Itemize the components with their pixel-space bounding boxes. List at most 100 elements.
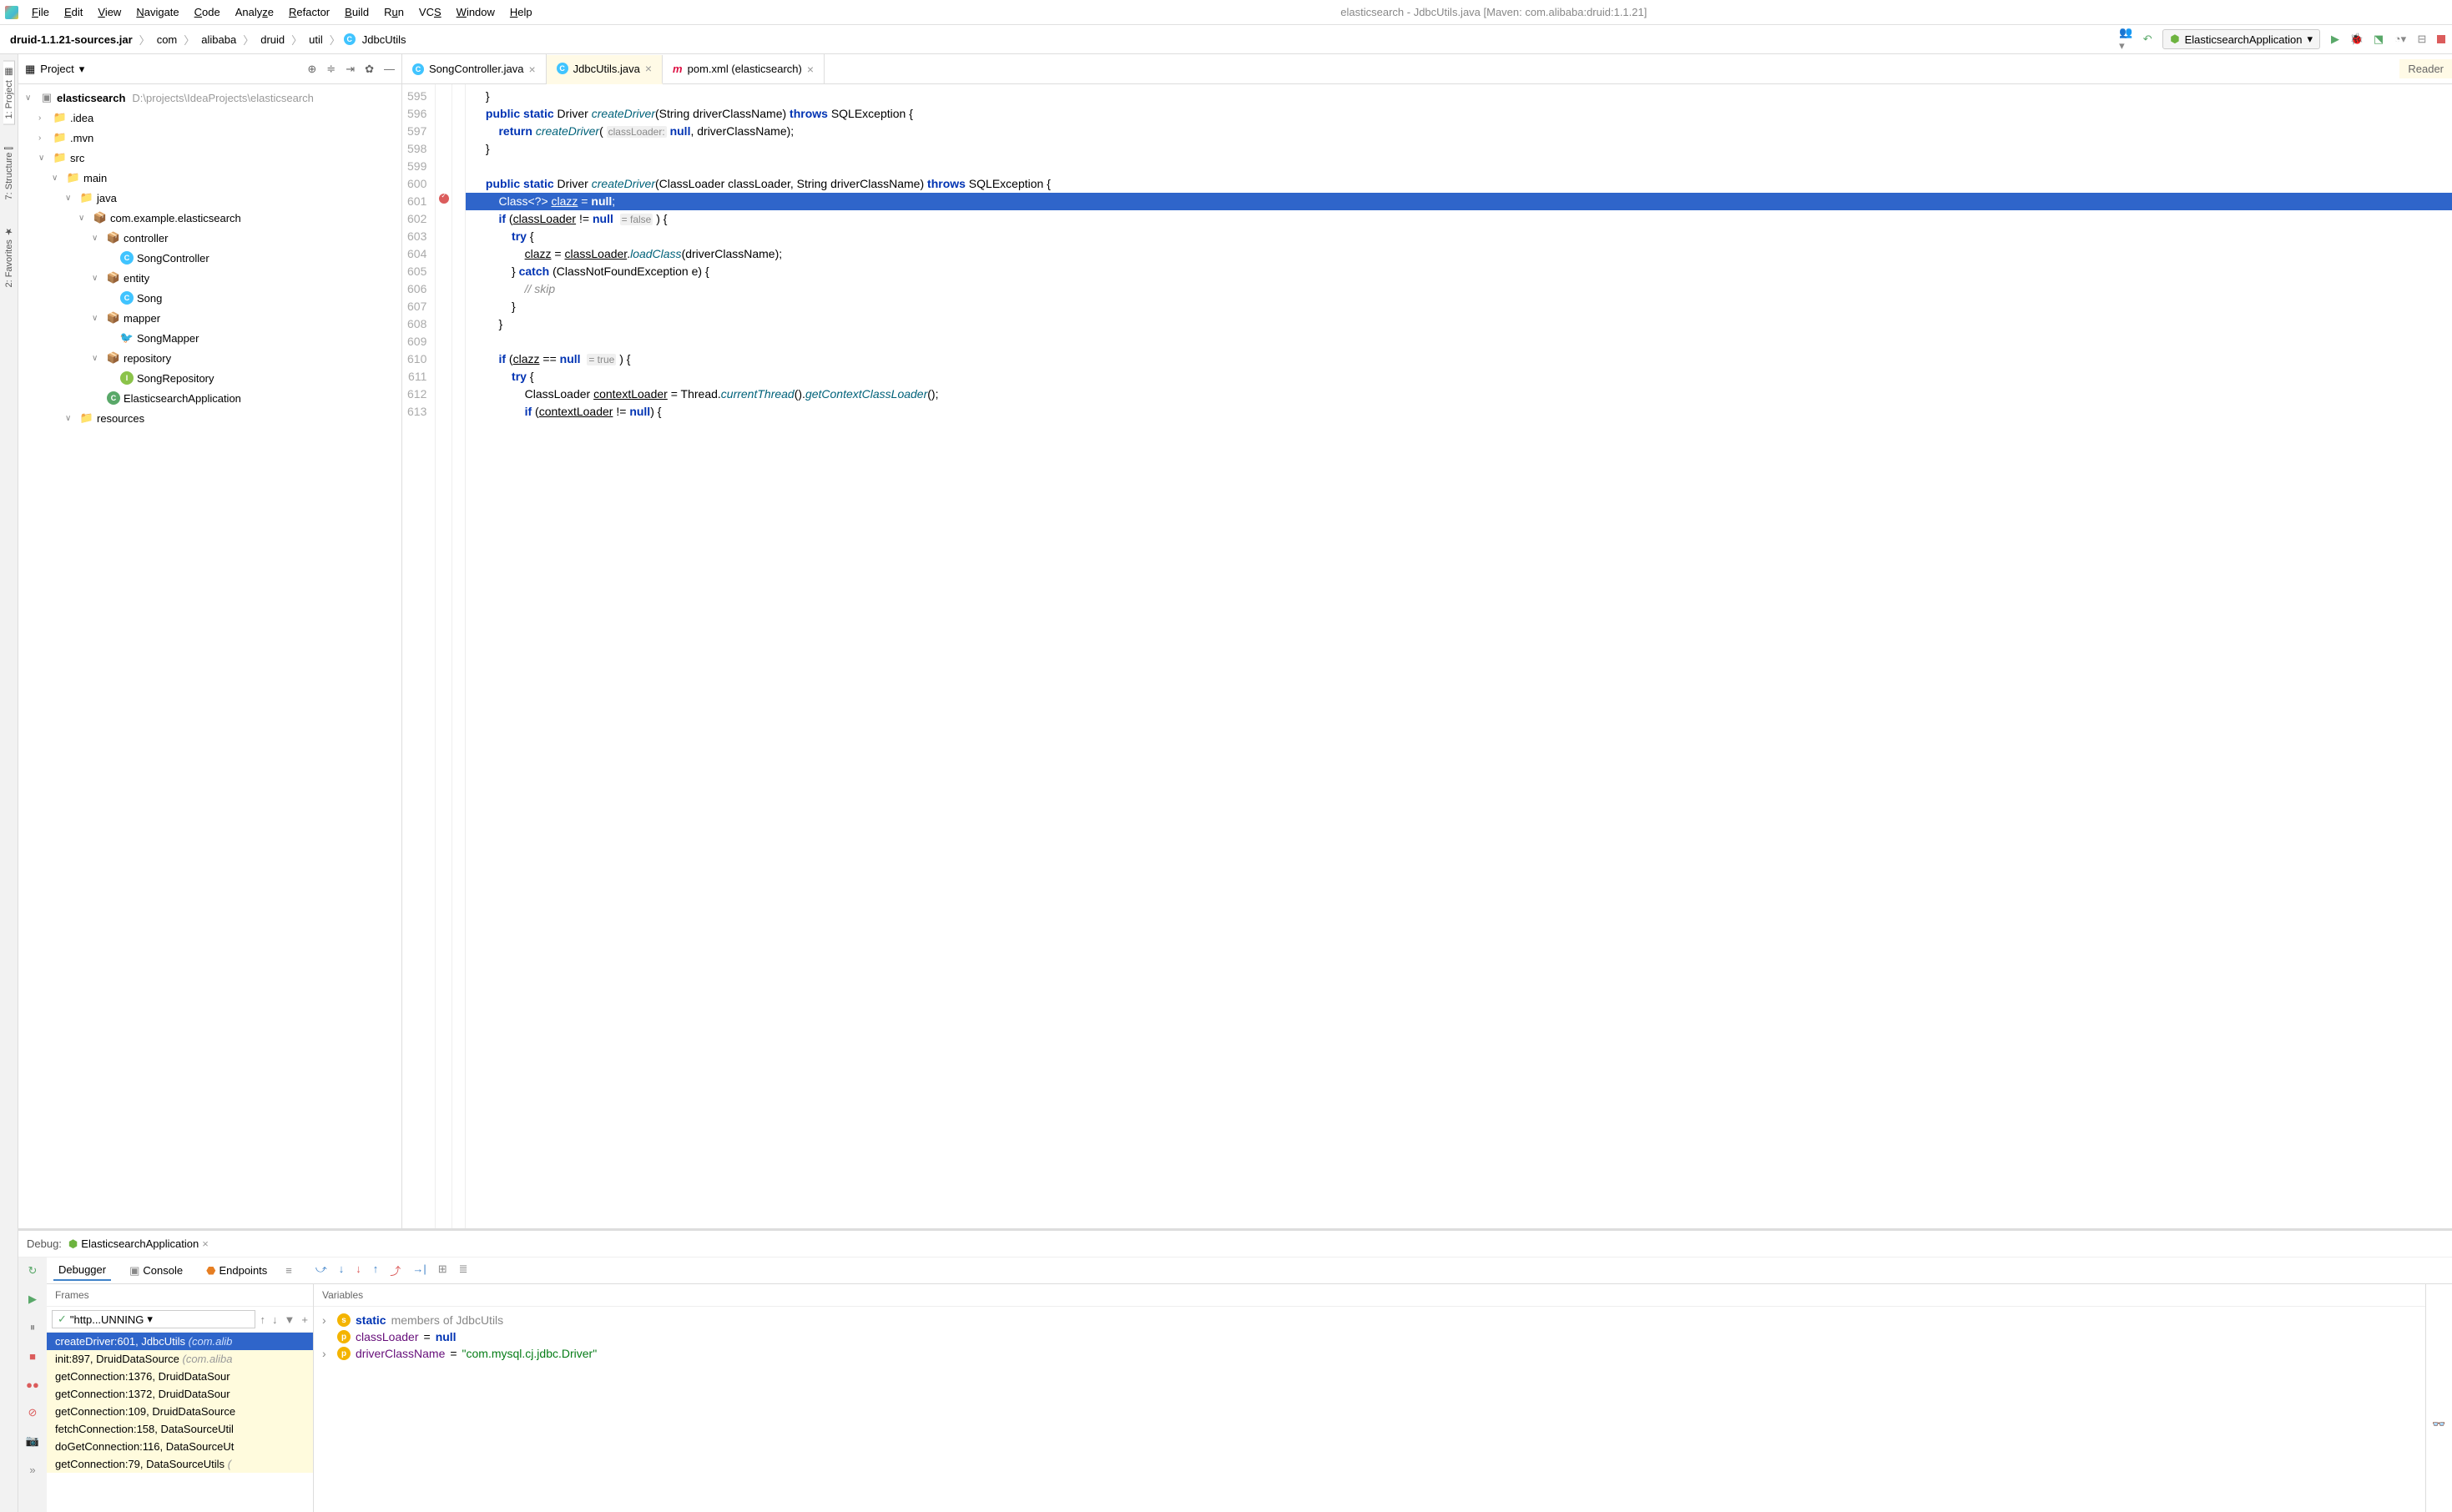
- thread-selector[interactable]: ✓ "http...UNNING ▾: [52, 1310, 255, 1328]
- profile-button[interactable]: ◔▾: [2394, 33, 2407, 46]
- tab-jdbcutils[interactable]: CJdbcUtils.java×: [547, 55, 663, 84]
- menubar: File Edit View Navigate Code Analyze Ref…: [0, 0, 2452, 25]
- step-into-icon[interactable]: ↓: [339, 1263, 345, 1278]
- resume-button[interactable]: ▶: [24, 1291, 41, 1308]
- prev-frame-icon[interactable]: ↑: [260, 1313, 266, 1326]
- variables-panel: Variables ›sstatic members of JdbcUtilsp…: [314, 1284, 2425, 1512]
- expand-icon[interactable]: ≑: [326, 63, 336, 76]
- chevron-down-icon[interactable]: ▾: [79, 63, 85, 76]
- tree-label: repository: [124, 352, 171, 365]
- glasses-icon[interactable]: 👓: [2432, 1418, 2445, 1512]
- menu-refactor[interactable]: Refactor: [282, 4, 336, 20]
- menu-build[interactable]: Build: [338, 4, 376, 20]
- tree-label: ElasticsearchApplication: [124, 392, 241, 405]
- locate-icon[interactable]: ⊕: [307, 63, 316, 76]
- close-icon[interactable]: ×: [528, 63, 535, 76]
- debug-config[interactable]: ⬢ ElasticsearchApplication ×: [68, 1237, 209, 1251]
- frame-row[interactable]: createDriver:601, JdbcUtils (com.alib: [47, 1333, 313, 1350]
- console-tab[interactable]: ▣Console: [124, 1261, 188, 1281]
- crumb[interactable]: druid: [257, 32, 288, 48]
- mapper-icon: 🐦: [120, 331, 134, 345]
- code-editor[interactable]: 5955965975985996006016026036046056066076…: [402, 84, 2452, 1228]
- next-frame-icon[interactable]: ↓: [272, 1313, 278, 1326]
- more-button[interactable]: »: [24, 1461, 41, 1478]
- menu-edit[interactable]: Edit: [58, 4, 89, 20]
- project-tool-button[interactable]: 1: Project ▦: [3, 61, 15, 125]
- crumb[interactable]: druid-1.1.21-sources.jar: [7, 32, 136, 48]
- debug-toolbar: ↻ ▶ ⏸ ■ ●● ⊘ 📷 »: [18, 1257, 47, 1512]
- step-over-icon[interactable]: ⤻: [315, 1263, 327, 1278]
- rerun-button[interactable]: ↻: [24, 1263, 41, 1279]
- close-icon[interactable]: ×: [645, 62, 652, 75]
- menu-vcs[interactable]: VCS: [412, 4, 448, 20]
- crumb[interactable]: util: [305, 32, 326, 48]
- run-config-selector[interactable]: ⬢ ElasticsearchApplication ▾: [2162, 29, 2320, 49]
- run-to-cursor-icon[interactable]: →|: [412, 1263, 426, 1278]
- frame-row[interactable]: init:897, DruidDataSource (com.aliba: [47, 1350, 313, 1368]
- threads-icon[interactable]: ≡: [285, 1264, 292, 1277]
- crumb[interactable]: JdbcUtils: [359, 32, 410, 48]
- breakpoints-button[interactable]: ●●: [24, 1376, 41, 1393]
- user-icon[interactable]: 👥▾: [2119, 33, 2132, 46]
- run-button[interactable]: ▶: [2328, 33, 2342, 46]
- coverage-button[interactable]: ⬔: [2372, 33, 2385, 46]
- crumb[interactable]: com: [154, 32, 181, 48]
- frame-list[interactable]: createDriver:601, JdbcUtils (com.alibini…: [47, 1333, 313, 1512]
- menu-help[interactable]: Help: [503, 4, 539, 20]
- breakpoint-icon[interactable]: [439, 194, 449, 204]
- camera-button[interactable]: 📷: [24, 1433, 41, 1449]
- reader-mode-badge[interactable]: Reader: [2399, 59, 2452, 78]
- frame-row[interactable]: getConnection:109, DruidDataSource: [47, 1403, 313, 1420]
- crumb[interactable]: alibaba: [198, 32, 240, 48]
- pause-button[interactable]: ⏸: [24, 1319, 41, 1336]
- step-out-icon[interactable]: ↑: [373, 1263, 379, 1278]
- frame-row[interactable]: getConnection:1372, DruidDataSour: [47, 1385, 313, 1403]
- debug-button[interactable]: 🐞: [2350, 33, 2364, 46]
- hide-icon[interactable]: —: [384, 63, 395, 76]
- menu-view[interactable]: View: [91, 4, 128, 20]
- debugger-tab[interactable]: Debugger: [53, 1260, 111, 1281]
- collapse-icon[interactable]: ⇥: [346, 63, 355, 76]
- add-icon[interactable]: +: [301, 1313, 308, 1326]
- frame-row[interactable]: fetchConnection:158, DataSourceUtil: [47, 1420, 313, 1438]
- menu-file[interactable]: File: [25, 4, 56, 20]
- favorites-tool-button[interactable]: 2: Favorites ★: [3, 221, 14, 293]
- fold-column[interactable]: [452, 84, 466, 1228]
- frame-row[interactable]: doGetConnection:116, DataSourceUt: [47, 1438, 313, 1455]
- tab-pom[interactable]: mpom.xml (elasticsearch)×: [663, 54, 825, 83]
- drop-frame-icon[interactable]: ⤴: [390, 1263, 401, 1278]
- class-icon: C: [557, 63, 568, 74]
- project-tree[interactable]: ∨▣elasticsearchD:\projects\IdeaProjects\…: [18, 84, 401, 1228]
- menu-analyze[interactable]: Analyze: [229, 4, 280, 20]
- back-icon[interactable]: ↶: [2141, 33, 2154, 46]
- tree-label: Song: [137, 292, 162, 305]
- var-row[interactable]: ›sstatic members of JdbcUtils: [322, 1312, 2417, 1328]
- var-row[interactable]: ›pdriverClassName = "com.mysql.cj.jdbc.D…: [322, 1345, 2417, 1362]
- var-row[interactable]: pclassLoader = null: [322, 1328, 2417, 1345]
- tab-songcontroller[interactable]: CSongController.java×: [402, 54, 547, 83]
- frame-row[interactable]: getConnection:1376, DruidDataSour: [47, 1368, 313, 1385]
- frame-row[interactable]: getConnection:79, DataSourceUtils (: [47, 1455, 313, 1473]
- structure-tool-button[interactable]: 7: Structure ⫿: [4, 142, 14, 204]
- menu-window[interactable]: Window: [450, 4, 502, 20]
- maven-icon: m: [673, 63, 683, 75]
- trace-icon[interactable]: ≣: [459, 1263, 468, 1278]
- evaluate-icon[interactable]: ⊞: [438, 1263, 447, 1278]
- filter-icon[interactable]: ▼: [285, 1313, 295, 1326]
- gear-icon[interactable]: ✿: [365, 63, 374, 76]
- menu-run[interactable]: Run: [377, 4, 411, 20]
- attach-button[interactable]: ⊟: [2415, 33, 2429, 46]
- gutter-icons[interactable]: [436, 84, 452, 1228]
- menu-navigate[interactable]: Navigate: [129, 4, 185, 20]
- close-icon[interactable]: ×: [202, 1237, 209, 1250]
- package-icon: 📦: [107, 351, 120, 365]
- force-step-into-icon[interactable]: ↓: [356, 1263, 361, 1278]
- endpoints-tab[interactable]: ⬣Endpoints: [201, 1261, 272, 1281]
- vars-list[interactable]: ›sstatic members of JdbcUtilspclassLoade…: [314, 1307, 2425, 1512]
- mute-bp-button[interactable]: ⊘: [24, 1404, 41, 1421]
- stop-button[interactable]: ■: [24, 1348, 41, 1364]
- stop-button[interactable]: [2437, 35, 2445, 43]
- close-icon[interactable]: ×: [807, 63, 814, 76]
- code-lines[interactable]: } public static Driver createDriver(Stri…: [466, 84, 2452, 1228]
- menu-code[interactable]: Code: [188, 4, 227, 20]
